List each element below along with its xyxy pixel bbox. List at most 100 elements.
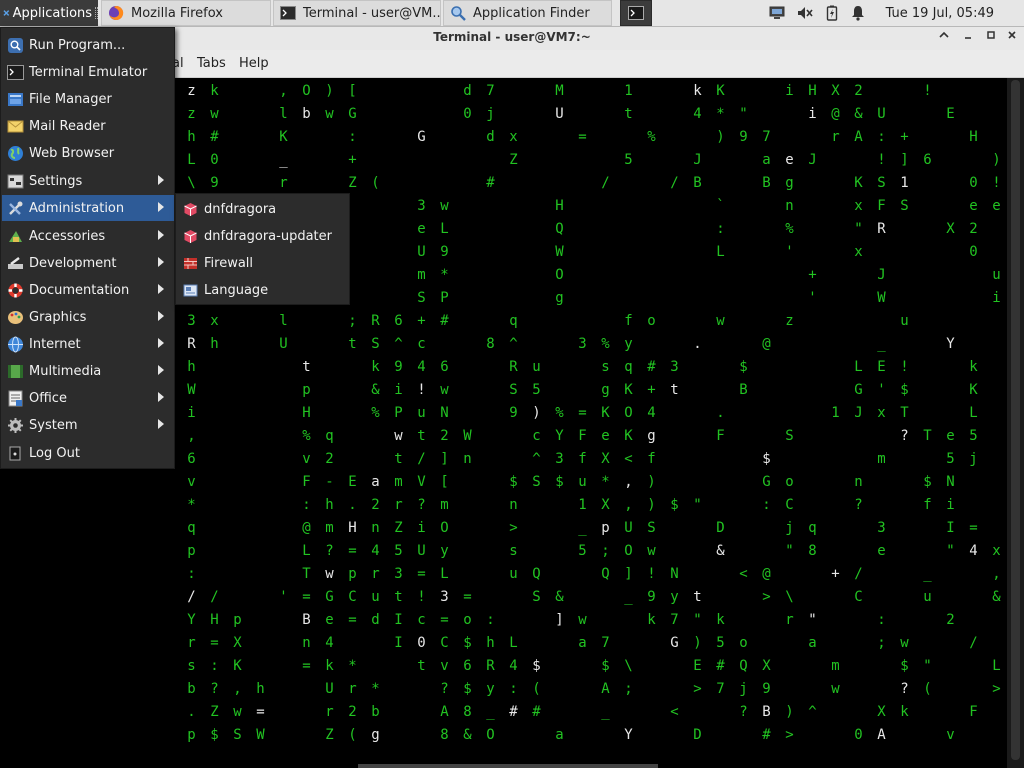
terminal-glyph: " — [923, 658, 932, 674]
terminal-glyph: = — [578, 405, 587, 421]
menu-item-terminal-emulator[interactable]: Terminal Emulator — [2, 59, 174, 85]
terminal-glyph: Q — [739, 658, 748, 674]
terminal-glyph: e — [601, 428, 610, 444]
menu-item-internet[interactable]: Internet — [2, 331, 174, 357]
submenu-item-label: dnfdragora — [204, 201, 277, 217]
terminal-glyph: r — [371, 566, 380, 582]
submenu-item-dnfdragora-updater[interactable]: dnfdragora-updater — [177, 223, 349, 249]
terminal-glyph: > — [785, 727, 794, 743]
terminal-glyph: J — [808, 152, 817, 168]
terminal-glyph: w — [325, 566, 334, 582]
terminal-glyph: ? — [854, 497, 863, 513]
submenu-item-language[interactable]: Language — [177, 277, 349, 303]
network-icon[interactable] — [769, 5, 785, 21]
terminal-glyph: ) — [532, 405, 541, 421]
menu-item-web-browser[interactable]: Web Browser — [2, 140, 174, 166]
terminal-glyph: T — [302, 566, 311, 582]
terminal-glyph: & — [716, 543, 725, 559]
scrollbar-thumb[interactable] — [1011, 80, 1020, 760]
terminal-glyph: , — [279, 83, 288, 99]
close-button[interactable] — [1002, 28, 1022, 48]
terminal-glyph: L — [509, 635, 518, 651]
menu-item-run-program[interactable]: Run Program... — [2, 32, 174, 58]
terminal-glyph: $ — [923, 474, 932, 490]
taskbar-firefox[interactable]: Mozilla Firefox — [101, 0, 271, 26]
terminal-glyph: e — [785, 152, 794, 168]
terminal-glyph: 7 — [716, 681, 725, 697]
menu-item-settings[interactable]: Settings — [2, 168, 174, 194]
menu-item-documentation[interactable]: Documentation — [2, 277, 174, 303]
terminal-glyph: w — [233, 704, 242, 720]
terminal-glyph: : — [210, 658, 219, 674]
terminal-glyph: = — [302, 658, 311, 674]
terminal-glyph: R — [371, 313, 380, 329]
terminal-glyph: 5 — [394, 543, 403, 559]
maximize-button[interactable] — [981, 28, 1001, 48]
menu-help[interactable]: Help — [239, 56, 269, 71]
menu-item-administration[interactable]: Administration — [2, 195, 174, 221]
terminal-glyph: H — [210, 612, 219, 628]
window-menu-chevron-icon[interactable] — [934, 28, 954, 48]
volume-muted-icon[interactable] — [797, 5, 813, 21]
terminal-glyph: z — [187, 83, 196, 99]
run-program-icon — [8, 37, 23, 53]
menu-item-accessories[interactable]: Accessories — [2, 223, 174, 249]
menu-item-label: Graphics — [29, 309, 87, 325]
menu-item-label: Documentation — [29, 282, 130, 298]
terminal-glyph: Z — [509, 152, 518, 168]
menu-item-development[interactable]: Development — [2, 250, 174, 276]
menu-item-log-out[interactable]: Log Out — [2, 440, 174, 466]
terminal-glyph: U — [279, 336, 288, 352]
battery-icon[interactable] — [824, 5, 840, 21]
menu-item-mail-reader[interactable]: Mail Reader — [2, 113, 174, 139]
terminal-glyph: i — [187, 405, 196, 421]
terminal-glyph: r — [348, 681, 357, 697]
terminal-scrollbar[interactable] — [1007, 78, 1024, 768]
terminal-glyph: * — [187, 497, 196, 513]
menu-item-file-manager[interactable]: File Manager — [2, 86, 174, 112]
submenu-item-firewall[interactable]: Firewall — [177, 250, 349, 276]
terminal-glyph: W — [555, 244, 564, 260]
terminal-glyph: . — [716, 405, 725, 421]
terminal-glyph: e — [992, 198, 1001, 214]
terminal-glyph: k — [900, 704, 909, 720]
terminal-glyph: # — [440, 313, 449, 329]
applications-menu-button[interactable]: Applications — [0, 0, 98, 26]
submenu-item-dnfdragora[interactable]: dnfdragora — [177, 196, 349, 222]
terminal-glyph: > — [509, 520, 518, 536]
terminal-glyph: : — [877, 612, 886, 628]
menu-item-label: Settings — [29, 173, 83, 189]
menu-item-office[interactable]: Office — [2, 385, 174, 411]
terminal-glyph: Y — [624, 727, 633, 743]
terminal-glyph: D — [693, 727, 702, 743]
terminal-glyph: $ — [463, 681, 472, 697]
language-icon — [183, 284, 198, 296]
terminal-glyph: & — [854, 106, 863, 122]
terminal-glyph: Y — [555, 428, 564, 444]
menu-item-graphics[interactable]: Graphics — [2, 304, 174, 330]
terminal-glyph: 8 — [808, 543, 817, 559]
menu-tabs[interactable]: Tabs — [197, 56, 226, 71]
menu-item-label: Terminal Emulator — [29, 64, 148, 80]
menu-item-system[interactable]: System — [2, 412, 174, 438]
terminal-glyph: ) — [647, 497, 656, 513]
taskbar-appfinder[interactable]: Application Finder — [443, 0, 612, 26]
menu-item-multimedia[interactable]: Multimedia — [2, 358, 174, 384]
terminal-glyph: c — [417, 336, 426, 352]
notification-bell-icon[interactable] — [850, 5, 866, 21]
terminal-glyph: y — [440, 543, 449, 559]
terminal-glyph: ( — [371, 175, 380, 191]
terminal-glyph: # — [762, 727, 771, 743]
terminal-glyph: < — [624, 451, 633, 467]
minimize-button[interactable] — [958, 28, 978, 48]
taskbar-terminal[interactable]: Terminal - user@VM... — [273, 0, 441, 26]
terminal-glyph: E — [877, 359, 886, 375]
terminal-glyph: 2 — [854, 83, 863, 99]
terminal-glyph: ' — [785, 244, 794, 260]
workspace-terminal-button[interactable] — [620, 0, 652, 26]
terminal-glyph: @ — [762, 336, 771, 352]
terminal-glyph: L — [440, 221, 449, 237]
terminal-glyph: i — [417, 520, 426, 536]
terminal-icon — [7, 64, 24, 80]
clock[interactable]: Tue 19 Jul, 05:49 — [886, 0, 994, 26]
